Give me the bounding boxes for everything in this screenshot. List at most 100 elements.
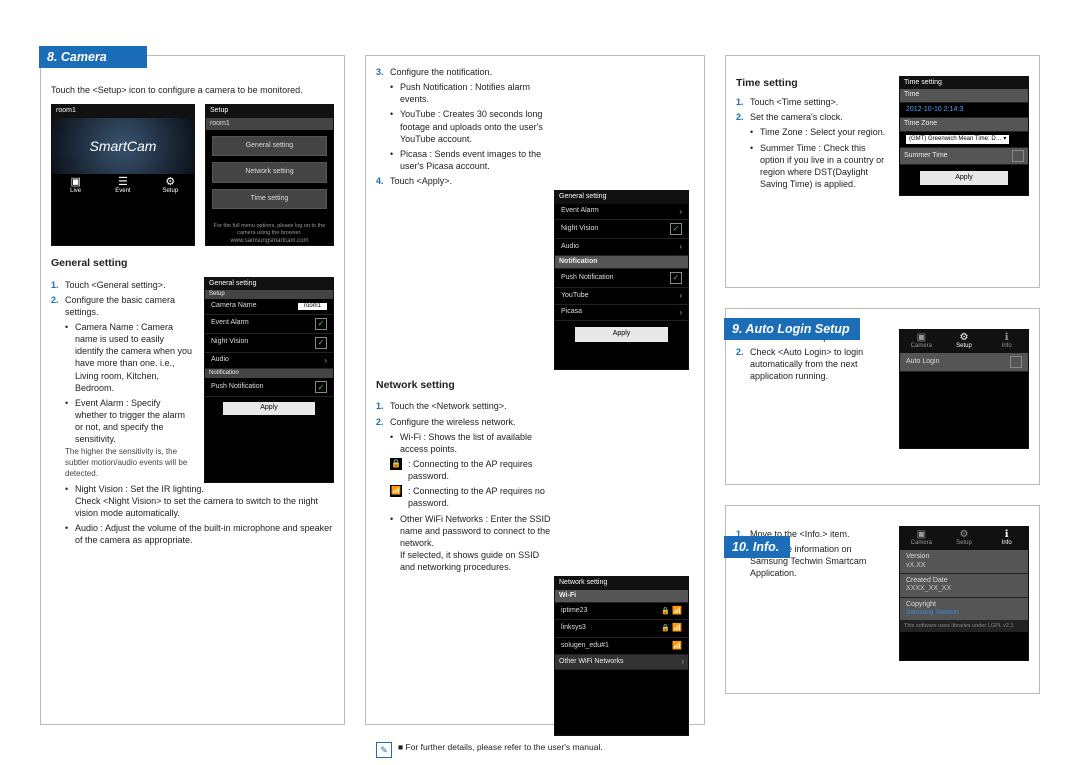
column-2: Configure the notification. Push Notific… <box>365 55 705 725</box>
gen-row-camera-name[interactable]: Camera Name room1 <box>205 299 333 314</box>
camera-name-input[interactable]: room1 <box>298 303 327 310</box>
tab-setup[interactable]: ⚙Setup <box>943 330 986 353</box>
net-d1: 🔒: Connecting to the AP requires passwor… <box>390 458 556 482</box>
gen-row-night-vision[interactable]: Night Vision✓ <box>205 334 333 353</box>
chevron-right-icon: › <box>679 242 682 252</box>
notif-step-4: Touch <Apply>. <box>376 175 556 187</box>
net-b2: Other WiFi Networks : Enter the SSID nam… <box>390 513 556 574</box>
phone-network-setting: Network setting Wi-Fi iptime23 linksys3 … <box>554 576 689 736</box>
tz-row-label: Time Zone <box>900 118 1028 131</box>
lock-icon <box>661 608 672 615</box>
section-header-camera-setup: 8. Camera Setup <box>39 46 147 68</box>
wifi-open-icon: 📶 <box>390 485 402 497</box>
wifi-signal-icon <box>672 625 682 632</box>
netset-row-push[interactable]: Push Notification✓ <box>555 269 688 288</box>
timezone-select[interactable]: (GMT) Greenwich Mean Time: D… ▾ <box>906 135 1009 144</box>
gen-row-push[interactable]: Push Notification✓ <box>205 378 333 397</box>
tab-info-2[interactable]: ℹInfo <box>985 527 1028 550</box>
tab-info[interactable]: ℹInfo <box>985 330 1028 353</box>
chevron-right-icon: › <box>679 308 682 318</box>
auto-step-2: Check <Auto Login> to login automaticall… <box>736 346 891 382</box>
netset-apply-button[interactable]: Apply <box>575 327 668 341</box>
info-row-copyright: Copyright Samsung Techwin <box>900 598 1028 621</box>
heading-time-setting: Time setting <box>736 76 891 90</box>
time-row-label: Time <box>900 89 1028 102</box>
tab-camera-2[interactable]: ▣Camera <box>900 527 943 550</box>
check-icon[interactable]: ✓ <box>315 381 327 393</box>
time-row-value: 2012-10-10 2:14:3 <box>900 103 1028 118</box>
wifi-row-ap2[interactable]: linksys3 <box>555 620 688 637</box>
notif-b1: Push Notification : Notifies alarm event… <box>390 81 556 105</box>
checkbox-icon[interactable] <box>1010 356 1022 368</box>
column-1: Touch the <Setup> icon to configure a ca… <box>40 55 345 725</box>
phone-smartcam-home: room1 SmartCam ▣Live ☰Event ⚙Setup <box>51 104 195 246</box>
wifi-other-networks[interactable]: Other WiFi Networks› <box>555 655 688 670</box>
tab-live[interactable]: ▣Live <box>52 174 99 198</box>
tz-row-value[interactable]: (GMT) Greenwich Mean Time: D… ▾ <box>900 132 1028 148</box>
column-3: Time setting Touch <Time setting>. Set t… <box>725 55 1040 694</box>
auto-login-row[interactable]: Auto Login <box>900 353 1028 372</box>
phone-notification-setting: General setting Event Alarm› Night Visio… <box>554 190 689 370</box>
gen-step-1: Touch <General setting>. <box>51 279 194 291</box>
smartcam-logo: SmartCam <box>52 118 194 175</box>
tab-event[interactable]: ☰Event <box>99 174 146 198</box>
box-time-setting: Time setting Touch <Time setting>. Set t… <box>725 55 1040 288</box>
wifi-phone-title: Network setting <box>555 577 688 589</box>
btn-general-setting[interactable]: General setting <box>212 136 327 156</box>
heading-general-setting: General setting <box>51 256 334 270</box>
page: 8. Camera Setup 9. Auto Login Setup 10. … <box>0 0 1080 765</box>
time-apply-button[interactable]: Apply <box>920 171 1008 185</box>
gen-sect-setup: Setup <box>205 290 333 299</box>
gen-row-audio[interactable]: Audio› <box>205 353 333 370</box>
time-b1: Time Zone : Select your region. <box>750 126 891 138</box>
gen-b3: Night Vision : Set the IR lighting.Check… <box>65 483 334 519</box>
check-icon[interactable]: ✓ <box>315 318 327 330</box>
box-info: Move to the <Info.> item. Shows the info… <box>725 505 1040 694</box>
note-row: ✎ For further details, please refer to t… <box>376 742 694 758</box>
phone-title-setup: Setup <box>206 105 333 117</box>
netset-row-audio[interactable]: Audio› <box>555 239 688 256</box>
tab-setup-2[interactable]: ⚙Setup <box>943 527 986 550</box>
netset-row-night-vision[interactable]: Night Vision✓ <box>555 220 688 239</box>
time-b2: Summer Time : Check this option if you l… <box>750 142 891 191</box>
gen-b2-note: The higher the sensitivity is, the subtl… <box>65 447 194 479</box>
lock-icon <box>661 625 672 632</box>
summer-row[interactable]: Summer Time <box>900 148 1028 165</box>
phone-setup-room: room1 <box>206 118 333 130</box>
section-header-info: 10. Info. <box>724 536 790 558</box>
wifi-row-ap3[interactable]: solugen_edu#1 <box>555 638 688 655</box>
gen-b1: Camera Name : Camera name is used to eas… <box>65 321 194 394</box>
btn-time-setting[interactable]: Time setting <box>212 189 327 209</box>
netset-row-youtube[interactable]: YouTube› <box>555 288 688 305</box>
phone-general-setting: General setting Setup Camera Name room1 … <box>204 277 334 483</box>
notif-step-3: Configure the notification. <box>376 66 556 78</box>
gen-row-event-alarm[interactable]: Event Alarm✓ <box>205 315 333 334</box>
tab-camera[interactable]: ▣Camera <box>900 330 943 353</box>
note-icon: ✎ <box>376 742 392 758</box>
check-icon[interactable]: ✓ <box>670 223 682 235</box>
wifi-signal-icon <box>672 643 682 650</box>
netset-row-event-alarm[interactable]: Event Alarm› <box>555 204 688 221</box>
setup-caption: For the full menu options, please log on… <box>206 221 333 238</box>
netset-sect-notif: Notification <box>555 256 688 269</box>
gen-apply-button[interactable]: Apply <box>223 402 315 414</box>
net-b1: Wi-Fi : Shows the list of available acce… <box>390 431 556 455</box>
time-step-1: Touch <Time setting>. <box>736 96 891 108</box>
phone-auto-login: ▣Camera ⚙Setup ℹInfo Auto Login <box>899 329 1029 449</box>
tab-setup[interactable]: ⚙Setup <box>147 174 194 198</box>
netset-row-picasa[interactable]: Picasa› <box>555 305 688 322</box>
phone-time-setting: Time setting Time 2012-10-10 2:14:3 Time… <box>899 76 1029 196</box>
btn-network-setting[interactable]: Network setting <box>212 162 327 182</box>
check-icon[interactable]: ✓ <box>670 272 682 284</box>
notif-b2: YouTube : Creates 30 seconds long footag… <box>390 108 556 144</box>
gen-b4: Audio : Adjust the volume of the built-i… <box>65 522 334 546</box>
section-header-auto-login: 9. Auto Login Setup <box>724 318 860 340</box>
phone-info: ▣Camera ⚙Setup ℹInfo Version vX.XX Creat… <box>899 526 1029 661</box>
smartcam-footer-tabs: ▣Live ☰Event ⚙Setup <box>52 174 194 198</box>
setup-link: www.samsungsmartcam.com <box>206 238 333 245</box>
checkbox-icon[interactable] <box>1012 150 1024 162</box>
check-icon[interactable]: ✓ <box>315 337 327 349</box>
wifi-section-label: Wi-Fi <box>555 590 688 603</box>
info-lgpl-note: This software uses libraries under LGPL … <box>900 621 1028 632</box>
wifi-row-ap1[interactable]: iptime23 <box>555 603 688 620</box>
